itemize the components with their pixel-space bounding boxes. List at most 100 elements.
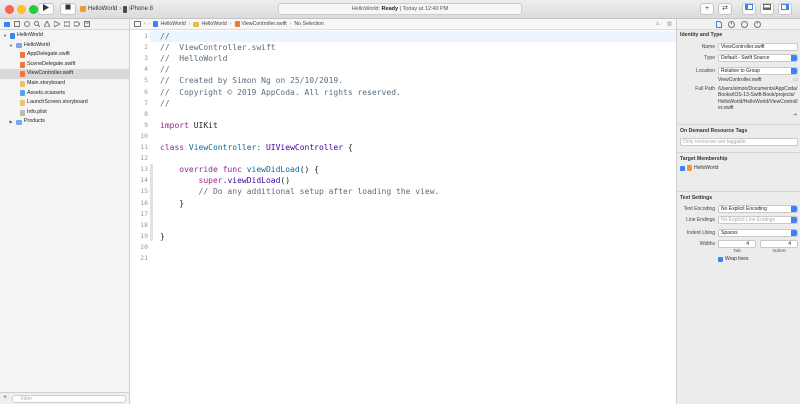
tree-item-group[interactable]: ▶ Products bbox=[0, 117, 129, 127]
tab-width-field[interactable]: 4 bbox=[718, 240, 756, 248]
odr-tags-field[interactable]: Only resources are taggable bbox=[680, 138, 798, 146]
name-field[interactable]: ViewController.swift bbox=[718, 43, 798, 51]
tree-item-file[interactable]: LaunchScreen.storyboard bbox=[0, 98, 129, 108]
breadcrumb-project[interactable]: HelloWorld bbox=[153, 19, 186, 30]
type-popup[interactable]: Default - Swift Source bbox=[718, 54, 798, 62]
target-name: HelloWorld bbox=[694, 165, 719, 171]
code-line: // bbox=[160, 32, 170, 41]
zoom-window-button[interactable] bbox=[29, 5, 38, 14]
tree-item-project[interactable]: ▼ HelloWorld bbox=[0, 31, 129, 41]
section-title-identity: Identity and Type bbox=[680, 32, 723, 38]
source-control-icon[interactable] bbox=[14, 21, 20, 27]
help-inspector-icon[interactable] bbox=[741, 20, 748, 28]
reveal-folder-icon[interactable]: ▭ bbox=[793, 77, 798, 83]
class-name-token: ViewController: bbox=[184, 143, 266, 152]
add-file-button[interactable]: + bbox=[3, 394, 7, 401]
jump-bar: ‹ › HelloWorld › HelloWorld › ViewContro… bbox=[130, 19, 676, 30]
toggle-navigator-button[interactable] bbox=[742, 3, 756, 15]
full-path-value: /Users/simon/Documents/AppCoda/Books/iOS… bbox=[718, 86, 798, 112]
line-number: 4 bbox=[144, 65, 148, 74]
left-panel-icon bbox=[745, 4, 753, 10]
checkbox-checked-icon[interactable] bbox=[718, 256, 723, 262]
minimize-window-button[interactable] bbox=[17, 5, 26, 14]
close-window-button[interactable] bbox=[5, 5, 14, 14]
accessibility-inspector-icon[interactable] bbox=[754, 20, 761, 28]
breadcrumb-group[interactable]: HelloWorld bbox=[193, 19, 227, 30]
tree-item-file[interactable]: Info.plist bbox=[0, 108, 129, 118]
play-icon bbox=[43, 4, 49, 11]
line-endings-label: Line Endings bbox=[686, 217, 715, 223]
issue-icon[interactable] bbox=[44, 21, 50, 27]
toolbar: HelloWorld › iPhone 8 HelloWorld: Ready … bbox=[0, 0, 800, 19]
split-editor-icon[interactable]: ▥ bbox=[667, 19, 672, 30]
scheme-device-label: iPhone 8 bbox=[129, 6, 153, 12]
line-endings-popup[interactable]: No Explicit Line Endings bbox=[718, 216, 798, 224]
symbol-icon[interactable] bbox=[24, 21, 30, 27]
navigator-footer: + Filter bbox=[0, 392, 130, 404]
related-items-icon[interactable] bbox=[134, 21, 141, 27]
tree-item-file[interactable]: SceneDelegate.swift bbox=[0, 60, 129, 70]
encoding-label: Text Encoding bbox=[683, 206, 715, 212]
report-icon[interactable] bbox=[84, 21, 90, 27]
code-line-close: } bbox=[160, 231, 165, 241]
wrap-lines-row[interactable]: Wrap lines bbox=[718, 256, 749, 262]
forward-icon[interactable]: › bbox=[149, 19, 151, 30]
disclosure-open-icon[interactable]: ▼ bbox=[8, 41, 14, 51]
folder-icon bbox=[16, 42, 22, 48]
checkbox-checked-icon[interactable] bbox=[680, 165, 685, 171]
reveal-in-finder-icon[interactable]: ➜ bbox=[793, 112, 797, 118]
warning-icon[interactable]: ⚠ bbox=[655, 19, 660, 30]
breadcrumb-file[interactable]: ViewController.swift bbox=[234, 19, 287, 30]
breadcrumb-label: ViewController.swift bbox=[241, 20, 287, 27]
run-button[interactable] bbox=[38, 3, 54, 15]
encoding-popup-value: No Explicit Encoding bbox=[721, 206, 767, 212]
line-number: 16 bbox=[140, 198, 148, 207]
code-line-close: } bbox=[160, 198, 185, 208]
encoding-popup[interactable]: No Explicit Encoding bbox=[718, 205, 798, 213]
breakpoint-icon[interactable] bbox=[74, 21, 80, 27]
file-inspector-icon[interactable] bbox=[716, 20, 722, 28]
tree-item-file-selected[interactable]: ViewController.swift bbox=[0, 69, 129, 79]
type-label: Type bbox=[704, 55, 715, 61]
tree-item-file[interactable]: Main.storyboard bbox=[0, 79, 129, 89]
toggle-debug-button[interactable] bbox=[760, 3, 774, 15]
source-editor[interactable]: 1 2 3 4 5 6 7 8 9 10 11 12 13 14 15 16 1… bbox=[130, 30, 676, 404]
indent-popup-value: Spaces bbox=[721, 230, 738, 236]
indent-popup[interactable]: Spaces bbox=[718, 229, 798, 237]
line-number: 3 bbox=[144, 54, 148, 63]
back-icon[interactable]: ‹ bbox=[144, 19, 146, 30]
stop-button[interactable] bbox=[60, 3, 76, 15]
navigator-selector-bar bbox=[0, 19, 130, 30]
toggle-inspector-button[interactable] bbox=[778, 3, 792, 15]
history-inspector-icon[interactable] bbox=[728, 20, 735, 28]
indent-width-field[interactable]: 4 bbox=[760, 240, 798, 248]
tree-item-group[interactable]: ▼ HelloWorld bbox=[0, 41, 129, 51]
code-line: // ViewController.swift bbox=[160, 43, 276, 53]
breadcrumb-symbol[interactable]: No Selection bbox=[294, 19, 323, 30]
target-membership-row[interactable]: HelloWorld bbox=[680, 165, 718, 171]
code-review-button[interactable]: ⇄ bbox=[718, 3, 732, 15]
library-button[interactable]: + bbox=[700, 3, 714, 15]
find-icon[interactable] bbox=[34, 21, 40, 27]
punctuation-token: { bbox=[343, 143, 353, 152]
disclosure-open-icon[interactable]: ▼ bbox=[2, 31, 8, 41]
popup-arrow-icon bbox=[791, 230, 797, 236]
filter-input[interactable]: Filter bbox=[12, 395, 126, 403]
stop-icon bbox=[65, 4, 71, 10]
full-path-label: Full Path bbox=[695, 86, 715, 92]
tree-item-file[interactable]: Assets.xcassets bbox=[0, 89, 129, 99]
tree-item-file[interactable]: AppDelegate.swift bbox=[0, 50, 129, 60]
disclosure-closed-icon[interactable]: ▶ bbox=[8, 117, 14, 127]
code-line-super: super.viewDidLoad() bbox=[160, 175, 660, 186]
method-call-token: .viewDidLoad bbox=[222, 176, 281, 186]
line-number: 21 bbox=[140, 254, 148, 262]
debug-icon[interactable] bbox=[64, 21, 70, 27]
code-fold-ribbon[interactable] bbox=[150, 164, 153, 241]
location-popup[interactable]: Relative to Group bbox=[718, 67, 798, 75]
line-number: 13 bbox=[140, 165, 148, 174]
test-icon[interactable] bbox=[54, 21, 60, 27]
breadcrumb-label: HelloWorld bbox=[160, 20, 186, 27]
scheme-selector[interactable]: HelloWorld › iPhone 8 bbox=[80, 3, 153, 15]
folder-icon[interactable] bbox=[4, 21, 10, 27]
line-number: 5 bbox=[144, 76, 148, 85]
